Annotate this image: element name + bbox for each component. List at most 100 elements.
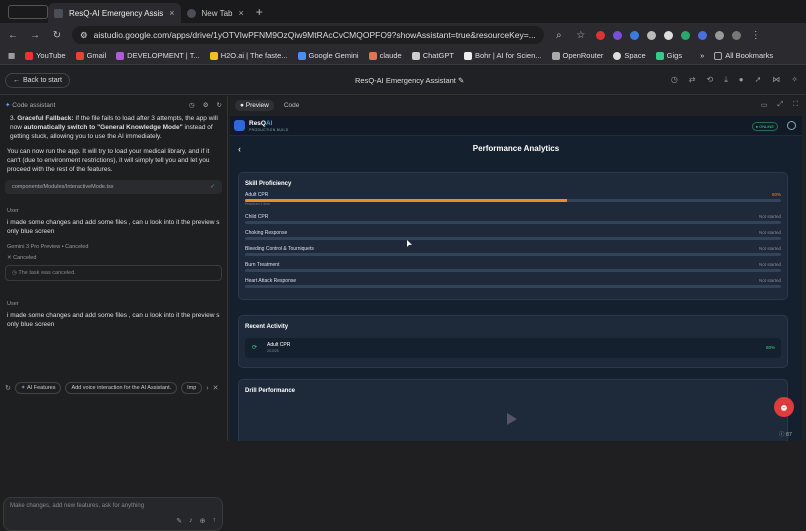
refresh-icon[interactable]: ↻ — [5, 384, 11, 392]
activity-item[interactable]: ⟳ Adult CPR 2/10/26 60% — [245, 338, 781, 358]
all-bookmarks[interactable]: All Bookmarks — [714, 51, 773, 60]
openrouter-icon — [551, 51, 560, 60]
apps-grid-icon[interactable]: ▦ — [8, 51, 15, 60]
close-icon[interactable]: × — [169, 8, 174, 18]
forward-arrow-icon[interactable]: → — [28, 30, 42, 41]
skill-name: Bleeding Control & Tourniquets — [245, 246, 314, 252]
download-icon[interactable]: ⤓ — [724, 75, 728, 85]
emergency-alarm-button[interactable]: ⏰ — [774, 397, 794, 417]
browser-tab[interactable]: New Tab × — [181, 3, 250, 23]
chevron-right-icon[interactable]: › — [206, 385, 208, 392]
back-to-start-button[interactable]: ← Back to start — [5, 72, 70, 88]
close-icon[interactable]: ✕ — [213, 384, 219, 392]
menu-dots-icon[interactable]: ⋮ — [749, 30, 763, 41]
bookmark-star-icon[interactable]: ☆ — [574, 30, 588, 41]
prompt-input[interactable]: Make changes, add new features, ask for … — [3, 497, 223, 531]
chevron-left-icon[interactable]: ‹ — [238, 144, 241, 154]
bookmark-item[interactable]: Space — [613, 51, 646, 60]
user-icon[interactable] — [787, 121, 796, 130]
restore-icon[interactable]: ⟲ — [707, 75, 714, 85]
user-label: User — [7, 301, 19, 307]
bookmark-item[interactable]: Google Gemini — [297, 51, 359, 60]
header-actions: ◷ ⇄ ⟲ ⤓ ● ➚ ⋈ ✧ — [671, 75, 798, 85]
youtube-icon — [25, 51, 34, 60]
extension-icon[interactable] — [629, 30, 639, 40]
activity-name: Adult CPR — [267, 342, 291, 348]
edit-pencil-icon[interactable]: ✎ — [458, 76, 464, 85]
assistant-header: ✦ Code assistant ◷ ⚙ ↻ — [5, 101, 222, 109]
mic-icon[interactable]: ♪ — [189, 517, 193, 525]
task-canceled-box: ◷ The task was canceled. — [5, 265, 222, 281]
share-link-icon[interactable]: ⋈ — [772, 75, 780, 85]
arrow-left-icon: ← — [13, 76, 20, 84]
page-title: Performance Analytics — [472, 144, 560, 153]
bookmark-item[interactable]: YouTube — [25, 51, 66, 60]
extension-icon[interactable] — [612, 30, 622, 40]
tab-strip-control[interactable] — [8, 4, 48, 19]
github-icon[interactable]: ● — [739, 75, 744, 85]
bookmarks-bar: ▦ YouTube Gmail DEVELOPMENT | T... H2O.a… — [0, 47, 806, 65]
tab-code[interactable]: Code — [284, 102, 300, 109]
tab-preview[interactable]: ● Preview — [235, 99, 274, 111]
extensions-puzzle-icon[interactable] — [714, 30, 724, 40]
bookmark-item[interactable]: Bohr | AI for Scien... — [463, 51, 542, 60]
chip-suggestion[interactable]: Add voice interaction for the AI Assista… — [65, 382, 178, 394]
bookmark-item[interactable]: OpenRouter — [551, 51, 603, 60]
app-title[interactable]: ResQ-AI Emergency Assistant ✎ — [355, 76, 464, 85]
add-icon[interactable]: ⊕ — [200, 517, 206, 525]
history-icon[interactable]: ◷ — [189, 101, 195, 109]
progress-track — [245, 253, 781, 256]
edit-icon[interactable]: ✎ — [176, 517, 182, 525]
skill-name: Child CPR — [245, 214, 269, 220]
close-icon[interactable]: × — [239, 8, 244, 18]
clock-icon: ◷ — [12, 270, 17, 276]
reload-icon[interactable]: ↻ — [50, 30, 64, 41]
extension-icon[interactable] — [646, 30, 656, 40]
skill-row: Child CPR Not started — [245, 213, 781, 229]
chip-suggestion[interactable]: Imp — [181, 382, 203, 394]
deploy-rocket-icon[interactable]: ➚ — [755, 75, 762, 85]
skill-status: Not started — [758, 262, 781, 267]
canceled-status: ✕ Canceled — [7, 255, 37, 261]
bookmark-item[interactable]: ChatGPT — [411, 51, 454, 60]
bookmark-item[interactable]: DEVELOPMENT | T... — [116, 51, 200, 60]
new-tab-icon[interactable]: + — [256, 5, 263, 19]
extension-icon[interactable] — [595, 30, 605, 40]
app-navbar: ResQAI PRODUCTION BUILD ● ONLINE — [230, 116, 802, 136]
browser-tab-active[interactable]: ResQ-AI Emergency Assis × — [48, 3, 181, 23]
folder-icon — [714, 51, 723, 60]
bookmark-item[interactable]: Gigs — [655, 51, 682, 60]
share-icon[interactable]: ⇄ — [689, 75, 696, 85]
extension-icon[interactable] — [663, 30, 673, 40]
site-info-icon[interactable]: ⚙ — [80, 30, 88, 41]
resq-logo-icon — [234, 120, 245, 131]
extension-icon[interactable] — [697, 30, 707, 40]
play-icon[interactable] — [507, 413, 517, 425]
skill-list: Adult CPR 60% Practiced 1 time Child CPR Not… — [239, 191, 787, 293]
bookmark-item[interactable]: claude — [368, 51, 402, 60]
url-text: aistudio.google.com/apps/drive/1yOTVIwPF… — [93, 30, 536, 40]
send-icon[interactable]: ↑ — [213, 517, 217, 525]
zoom-search-icon[interactable]: ⌕ — [552, 30, 566, 41]
skill-row: Bleeding Control & Tourniquets Not starte… — [245, 245, 781, 261]
sparkle-icon: ✦ — [20, 385, 26, 391]
back-arrow-icon[interactable]: ← — [6, 30, 20, 41]
bookmark-item[interactable]: H2O.ai | The faste... — [209, 51, 288, 60]
zoom-indicator: ⓘ 87 — [778, 432, 792, 438]
devices-icon[interactable]: ▭ — [761, 101, 768, 109]
fullscreen-icon[interactable]: ⛶ — [793, 101, 798, 109]
ai-icon[interactable]: ✧ — [791, 75, 798, 85]
address-bar[interactable]: ⚙ aistudio.google.com/apps/drive/1yOTVIw… — [72, 26, 544, 44]
changed-file-row[interactable]: components/Modules/InteractiveMode.tsx ✓ — [5, 180, 222, 194]
activity-date: 2/10/26 — [267, 349, 279, 353]
bookmark-item[interactable]: Gmail — [75, 51, 106, 60]
history-icon[interactable]: ◷ — [671, 75, 678, 85]
more-bookmarks-icon[interactable]: » — [700, 51, 704, 60]
settings-icon[interactable]: ⚙ — [203, 101, 209, 109]
chip-ai-features[interactable]: ✦ AI Features — [14, 382, 62, 394]
extension-icon[interactable] — [680, 30, 690, 40]
profile-avatar[interactable] — [731, 30, 741, 40]
refresh-icon[interactable]: ↻ — [217, 101, 222, 109]
open-external-icon[interactable]: ⤢ — [777, 101, 783, 109]
progress-track — [245, 285, 781, 288]
